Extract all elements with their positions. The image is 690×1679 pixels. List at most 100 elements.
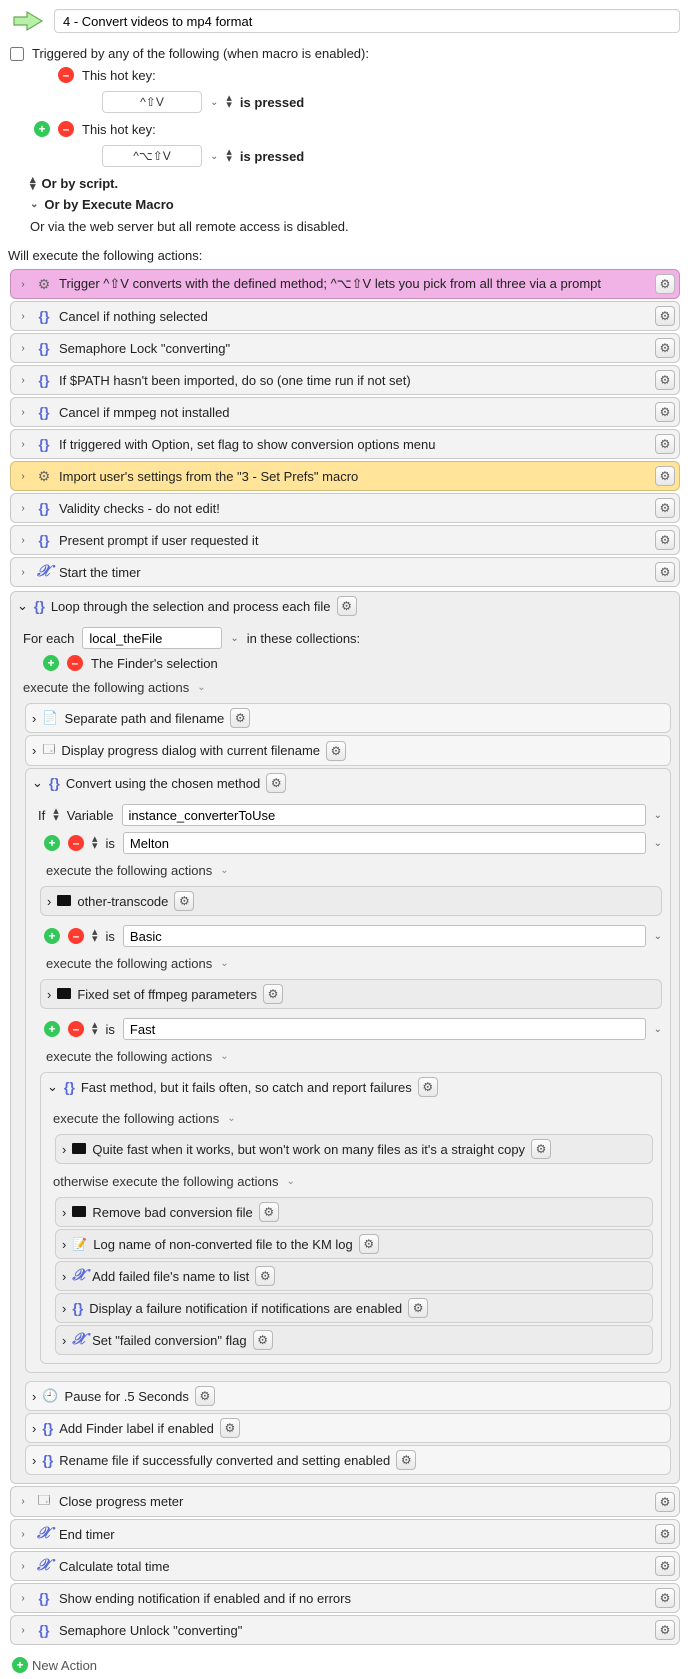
collapse-chevron[interactable]: ⌄ bbox=[286, 1176, 294, 1187]
disclosure-chevron[interactable]: › bbox=[17, 1561, 29, 1572]
remove-collection-button[interactable] bbox=[67, 655, 83, 671]
disclosure-chevron[interactable]: › bbox=[62, 1237, 66, 1252]
action-options-button[interactable]: ⚙ bbox=[396, 1450, 416, 1470]
action-present-prompt[interactable]: › {} Present prompt if user requested it… bbox=[10, 525, 680, 555]
action-options-button[interactable]: ⚙ bbox=[266, 773, 286, 793]
disclosure-chevron[interactable]: › bbox=[62, 1301, 66, 1316]
action-options-button[interactable]: ⚙ bbox=[655, 338, 675, 358]
action-pause[interactable]: › 🕘 Pause for .5 Seconds ⚙ bbox=[25, 1381, 671, 1411]
action-cancel-mmpeg[interactable]: › {} Cancel if mmpeg not installed ⚙ bbox=[10, 397, 680, 427]
disclosure-chevron[interactable]: › bbox=[17, 343, 29, 354]
loop-variable-input[interactable] bbox=[82, 627, 222, 649]
action-options-button[interactable]: ⚙ bbox=[220, 1418, 240, 1438]
condition-type-stepper[interactable] bbox=[53, 808, 59, 821]
action-options-button[interactable]: ⚙ bbox=[263, 984, 283, 1004]
action-start-timer[interactable]: › 𝒳 Start the timer ⚙ bbox=[10, 557, 680, 587]
disclosure-chevron[interactable]: › bbox=[17, 567, 29, 578]
case-value-menu[interactable]: ⌄ bbox=[654, 1024, 662, 1035]
action-ffmpeg-fixed[interactable]: › Fixed set of ffmpeg parameters ⚙ bbox=[40, 979, 662, 1009]
action-options-button[interactable]: ⚙ bbox=[255, 1266, 275, 1286]
action-other-transcode[interactable]: › other-transcode ⚙ bbox=[40, 886, 662, 916]
disclosure-chevron[interactable]: › bbox=[32, 1389, 36, 1404]
remove-trigger-button[interactable] bbox=[58, 67, 74, 83]
action-options-button[interactable]: ⚙ bbox=[655, 306, 675, 326]
convert-header[interactable]: ⌄ {} Convert using the chosen method ⚙ bbox=[26, 769, 670, 797]
collapse-chevron[interactable]: ⌄ bbox=[220, 1051, 228, 1062]
action-options-button[interactable]: ⚙ bbox=[253, 1330, 273, 1350]
disclosure-chevron[interactable]: ⌄ bbox=[17, 598, 28, 614]
disclosure-chevron[interactable]: › bbox=[17, 535, 29, 546]
or-script-stepper[interactable] bbox=[30, 177, 36, 190]
disclosure-chevron[interactable]: ⌄ bbox=[32, 775, 43, 791]
hotkey-field-1[interactable]: ^⇧V bbox=[102, 91, 202, 113]
is-stepper[interactable] bbox=[92, 929, 98, 942]
collapse-chevron[interactable]: ⌄ bbox=[227, 1113, 235, 1124]
loop-header[interactable]: ⌄ {} Loop through the selection and proc… bbox=[11, 592, 679, 620]
collapse-chevron[interactable]: ⌄ bbox=[197, 682, 205, 693]
action-set-failed-flag[interactable]: › 𝒳 Set "failed conversion" flag ⚙ bbox=[55, 1325, 653, 1355]
remove-case-button[interactable] bbox=[68, 1021, 84, 1037]
action-option-flag[interactable]: › {} If triggered with Option, set flag … bbox=[10, 429, 680, 459]
disclosure-chevron[interactable]: › bbox=[17, 279, 29, 290]
action-add-finder-label[interactable]: › {} Add Finder label if enabled ⚙ bbox=[25, 1413, 671, 1443]
action-options-button[interactable]: ⚙ bbox=[337, 596, 357, 616]
disclosure-chevron[interactable]: › bbox=[17, 1496, 29, 1507]
action-display-progress[interactable]: › 🗔 Display progress dialog with current… bbox=[25, 735, 671, 766]
case-value-input[interactable] bbox=[123, 1018, 646, 1040]
add-trigger-button[interactable] bbox=[34, 121, 50, 137]
action-options-button[interactable]: ⚙ bbox=[326, 741, 346, 761]
remove-case-button[interactable] bbox=[68, 928, 84, 944]
add-action-button[interactable] bbox=[12, 1657, 28, 1673]
loop-var-menu[interactable]: ⌄ bbox=[230, 633, 238, 644]
disclosure-chevron[interactable]: › bbox=[32, 1421, 36, 1436]
is-stepper[interactable] bbox=[92, 1022, 98, 1035]
action-options-button[interactable]: ⚙ bbox=[174, 891, 194, 911]
action-options-button[interactable]: ⚙ bbox=[655, 1556, 675, 1576]
disclosure-chevron[interactable]: › bbox=[62, 1205, 66, 1220]
action-import-settings[interactable]: › ⚙ Import user's settings from the "3 -… bbox=[10, 461, 680, 491]
action-options-button[interactable]: ⚙ bbox=[655, 466, 675, 486]
disclosure-chevron[interactable]: › bbox=[17, 1593, 29, 1604]
action-options-button[interactable]: ⚙ bbox=[655, 1492, 675, 1512]
action-end-timer[interactable]: › 𝒳 End timer ⚙ bbox=[10, 1519, 680, 1549]
disclosure-chevron[interactable]: › bbox=[62, 1269, 66, 1284]
disclosure-chevron[interactable]: › bbox=[17, 503, 29, 514]
action-options-button[interactable]: ⚙ bbox=[655, 498, 675, 518]
remove-case-button[interactable] bbox=[68, 835, 84, 851]
action-semaphore-unlock[interactable]: › {} Semaphore Unlock "converting" ⚙ bbox=[10, 1615, 680, 1645]
action-options-button[interactable]: ⚙ bbox=[655, 1620, 675, 1640]
action-remove-bad-file[interactable]: › Remove bad conversion file ⚙ bbox=[55, 1197, 653, 1227]
case-value-menu[interactable]: ⌄ bbox=[654, 931, 662, 942]
disclosure-chevron[interactable]: › bbox=[32, 1453, 36, 1468]
action-separate-path[interactable]: › 📄 Separate path and filename ⚙ bbox=[25, 703, 671, 733]
disclosure-chevron[interactable]: › bbox=[17, 471, 29, 482]
action-options-button[interactable]: ⚙ bbox=[655, 1524, 675, 1544]
case-value-input[interactable] bbox=[123, 832, 646, 854]
hotkey-field-2[interactable]: ^⌥⇧V bbox=[102, 145, 202, 167]
action-options-button[interactable]: ⚙ bbox=[531, 1139, 551, 1159]
action-options-button[interactable]: ⚙ bbox=[259, 1202, 279, 1222]
action-options-button[interactable]: ⚙ bbox=[195, 1386, 215, 1406]
condition-variable-input[interactable] bbox=[122, 804, 646, 826]
action-close-progress[interactable]: › 🗔 Close progress meter ⚙ bbox=[10, 1486, 680, 1517]
action-options-button[interactable]: ⚙ bbox=[359, 1234, 379, 1254]
add-case-button[interactable] bbox=[44, 928, 60, 944]
action-options-button[interactable]: ⚙ bbox=[655, 434, 675, 454]
add-case-button[interactable] bbox=[44, 835, 60, 851]
hotkey-stepper-1[interactable] bbox=[226, 95, 232, 108]
action-semaphore-lock[interactable]: › {} Semaphore Lock "converting" ⚙ bbox=[10, 333, 680, 363]
action-cancel-nothing[interactable]: › {} Cancel if nothing selected ⚙ bbox=[10, 301, 680, 331]
disclosure-chevron[interactable]: ⌄ bbox=[47, 1079, 58, 1095]
action-options-button[interactable]: ⚙ bbox=[655, 274, 675, 294]
new-action-label[interactable]: New Action bbox=[32, 1658, 97, 1673]
disclosure-chevron[interactable]: › bbox=[47, 987, 51, 1002]
case-value-menu[interactable]: ⌄ bbox=[654, 838, 662, 849]
remove-trigger-button-2[interactable] bbox=[58, 121, 74, 137]
action-add-failed-name[interactable]: › 𝒳 Add failed file's name to list ⚙ bbox=[55, 1261, 653, 1291]
action-options-button[interactable]: ⚙ bbox=[655, 370, 675, 390]
action-comment-trigger[interactable]: › ⚙ Trigger ^⇧V converts with the define… bbox=[10, 269, 680, 299]
disclosure-chevron[interactable]: › bbox=[17, 311, 29, 322]
disclosure-chevron[interactable]: › bbox=[32, 711, 36, 726]
disclosure-chevron[interactable]: › bbox=[47, 894, 51, 909]
triggered-checkbox[interactable] bbox=[10, 47, 24, 61]
